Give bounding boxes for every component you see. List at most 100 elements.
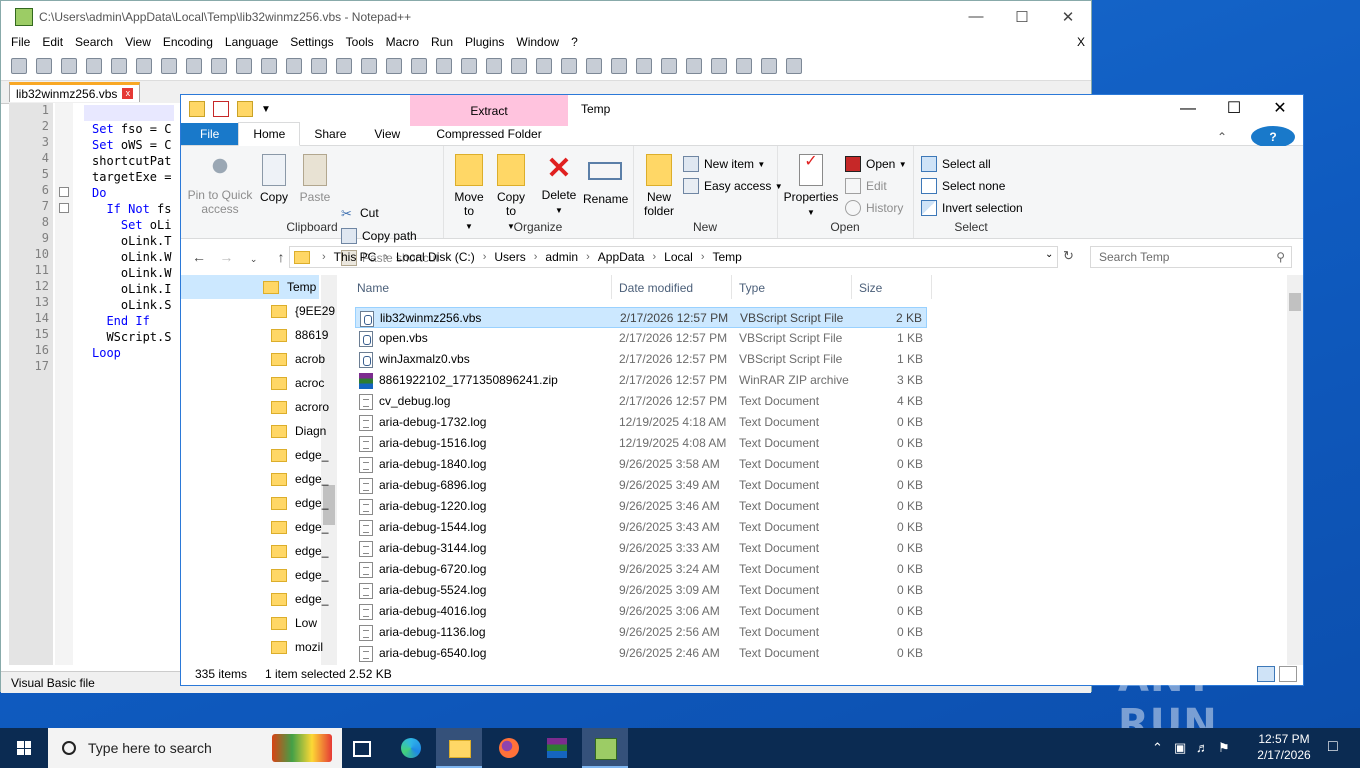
file-row[interactable]: cv_debug.log 2/17/2026 12:57 PM Text Docum…	[355, 391, 927, 412]
fold-toggle-icon[interactable]	[59, 187, 69, 197]
select-none-button[interactable]: Select none	[921, 178, 1005, 194]
menu-item-encoding[interactable]: Encoding	[163, 35, 213, 49]
toolbar-button-icon[interactable]	[586, 58, 602, 74]
menu-item-[interactable]: ?	[571, 35, 578, 49]
column-separator[interactable]	[731, 275, 732, 299]
maximize-button[interactable]: ☐	[999, 8, 1045, 26]
menu-item-language[interactable]: Language	[225, 35, 278, 49]
file-row[interactable]: aria-debug-3144.log 9/26/2025 3:33 AM Text…	[355, 538, 927, 559]
rename-button[interactable]: Rename	[583, 154, 628, 206]
nav-item[interactable]: edge_	[271, 563, 328, 587]
close-document-button[interactable]: X	[1077, 35, 1085, 49]
breadcrumb-chevron-icon[interactable]: ›	[483, 251, 487, 263]
menu-item-search[interactable]: Search	[75, 35, 113, 49]
maximize-button[interactable]: ☐	[1211, 95, 1257, 123]
pin-quick-access-button[interactable]: Pin to Quick access	[187, 154, 253, 216]
edit-button[interactable]: Edit	[845, 178, 887, 194]
toolbar-button-icon[interactable]	[286, 58, 302, 74]
toolbar-button-icon[interactable]	[36, 58, 52, 74]
nav-item[interactable]: acrob	[271, 347, 325, 371]
nav-item[interactable]: mozil	[271, 635, 323, 659]
file-row[interactable]: aria-debug-4016.log 9/26/2025 3:06 AM Text…	[355, 601, 927, 622]
menu-item-window[interactable]: Window	[516, 35, 559, 49]
nav-item[interactable]: {9EE29	[271, 299, 335, 323]
delete-button[interactable]: ✕ Delete ▼	[539, 154, 579, 218]
nav-item[interactable]: edge_	[271, 467, 328, 491]
toolbar-button-icon[interactable]	[86, 58, 102, 74]
tab-home[interactable]: Home	[238, 122, 301, 146]
history-button[interactable]: History	[845, 200, 903, 216]
new-item-button[interactable]: New item ▼	[683, 156, 765, 172]
address-bar[interactable]: › This PC › Local Disk (C:) › Users › admin › App…	[289, 246, 1058, 268]
breadcrumb-item[interactable]: Temp	[713, 250, 742, 264]
taskbar-file-explorer[interactable]	[436, 728, 482, 768]
breadcrumb-item[interactable]: admin	[545, 250, 578, 264]
toolbar-button-icon[interactable]	[61, 58, 77, 74]
column-separator[interactable]	[931, 275, 932, 299]
menu-item-edit[interactable]: Edit	[42, 35, 63, 49]
toolbar-button-icon[interactable]	[186, 58, 202, 74]
close-button[interactable]: ✕	[1257, 95, 1303, 123]
volume-icon[interactable]: ♬	[1196, 740, 1209, 755]
file-row[interactable]: aria-debug-6540.log 9/26/2025 2:46 AM Text…	[355, 643, 927, 664]
toolbar-button-icon[interactable]	[161, 58, 177, 74]
column-type[interactable]: Type	[739, 275, 765, 301]
taskbar-firefox[interactable]	[486, 728, 532, 768]
toolbar-button-icon[interactable]	[136, 58, 152, 74]
cut-button[interactable]: ✂ Cut	[341, 206, 379, 221]
nav-item[interactable]: acroro	[271, 395, 329, 419]
fold-toggle-icon[interactable]	[59, 203, 69, 213]
file-list[interactable]: Name Date modified Type Size lib32winmz2…	[353, 275, 1303, 665]
toolbar-button-icon[interactable]	[11, 58, 27, 74]
toolbar-button-icon[interactable]	[261, 58, 277, 74]
nav-item[interactable]: edge_	[271, 443, 328, 467]
toolbar-button-icon[interactable]	[661, 58, 677, 74]
tab-compressed-folder-tools[interactable]: Compressed Folder Tools	[410, 123, 568, 163]
toolbar-button-icon[interactable]	[761, 58, 777, 74]
breadcrumb-chevron-icon[interactable]: ›	[384, 251, 388, 263]
close-button[interactable]: ✕	[1045, 8, 1091, 26]
file-row[interactable]: aria-debug-1732.log 12/19/2025 4:18 AM Tex…	[355, 412, 927, 433]
file-row[interactable]: aria-debug-1840.log 9/26/2025 3:58 AM Text…	[355, 454, 927, 475]
network-icon[interactable]: ▣	[1174, 740, 1186, 756]
column-size[interactable]: Size	[859, 275, 882, 301]
toolbar-button-icon[interactable]	[436, 58, 452, 74]
taskbar-edge[interactable]	[388, 728, 434, 768]
paste-button[interactable]: Paste	[297, 154, 333, 204]
toolbar-button-icon[interactable]	[786, 58, 802, 74]
minimize-button[interactable]: —	[1165, 95, 1211, 123]
file-row[interactable]: aria-debug-6720.log 9/26/2025 3:24 AM Text…	[355, 559, 927, 580]
file-row[interactable]: aria-debug-1136.log 9/26/2025 2:56 AM Text…	[355, 622, 927, 643]
file-row[interactable]: open.vbs 2/17/2026 12:57 PM VBScript Scrip…	[355, 328, 927, 349]
toolbar-button-icon[interactable]	[386, 58, 402, 74]
breadcrumb-item[interactable]: This PC	[334, 250, 377, 264]
notifications-icon[interactable]: □	[1328, 738, 1338, 756]
collapse-ribbon-icon[interactable]: ⌃	[1203, 126, 1241, 148]
breadcrumb-chevron-icon[interactable]: ›	[701, 251, 705, 263]
tab-share[interactable]: Share	[300, 123, 360, 145]
menu-item-settings[interactable]: Settings	[290, 35, 333, 49]
address-dropdown-icon[interactable]: ⌄	[1045, 249, 1053, 260]
menu-item-macro[interactable]: Macro	[386, 35, 419, 49]
minimize-button[interactable]: —	[953, 8, 999, 26]
breadcrumb-item[interactable]: Local	[664, 250, 693, 264]
file-row[interactable]: aria-debug-5524.log 9/26/2025 3:09 AM Text…	[355, 580, 927, 601]
toolbar-button-icon[interactable]	[461, 58, 477, 74]
nav-item[interactable]: acroc	[271, 371, 324, 395]
task-view-button[interactable]	[338, 728, 384, 768]
breadcrumb-chevron-icon[interactable]: ›	[322, 251, 326, 263]
file-row[interactable]: winJaxmalz0.vbs 2/17/2026 12:57 PM VBScrip…	[355, 349, 927, 370]
open-button[interactable]: Open ▼	[845, 156, 907, 172]
nav-item[interactable]: edge_	[271, 587, 328, 611]
tab-lib32winmz256[interactable]: lib32winmz256.vbs x	[9, 82, 141, 102]
toolbar-button-icon[interactable]	[336, 58, 352, 74]
tab-view[interactable]: View	[360, 123, 414, 145]
column-separator[interactable]	[851, 275, 852, 299]
refresh-icon[interactable]: ↻	[1063, 248, 1074, 264]
navigation-pane[interactable]: Temp {9EE29 88619 acrob acroc acroro Diagn edge…	[181, 275, 337, 665]
toolbar-button-icon[interactable]	[711, 58, 727, 74]
breadcrumb-chevron-icon[interactable]: ›	[586, 251, 590, 263]
toolbar-button-icon[interactable]	[311, 58, 327, 74]
editor[interactable]: 1 2 3 4 5 6 7 8 9 10 11 12 13 14 15 16 17 Set fso = C Set…	[9, 103, 181, 665]
toolbar-button-icon[interactable]	[511, 58, 527, 74]
